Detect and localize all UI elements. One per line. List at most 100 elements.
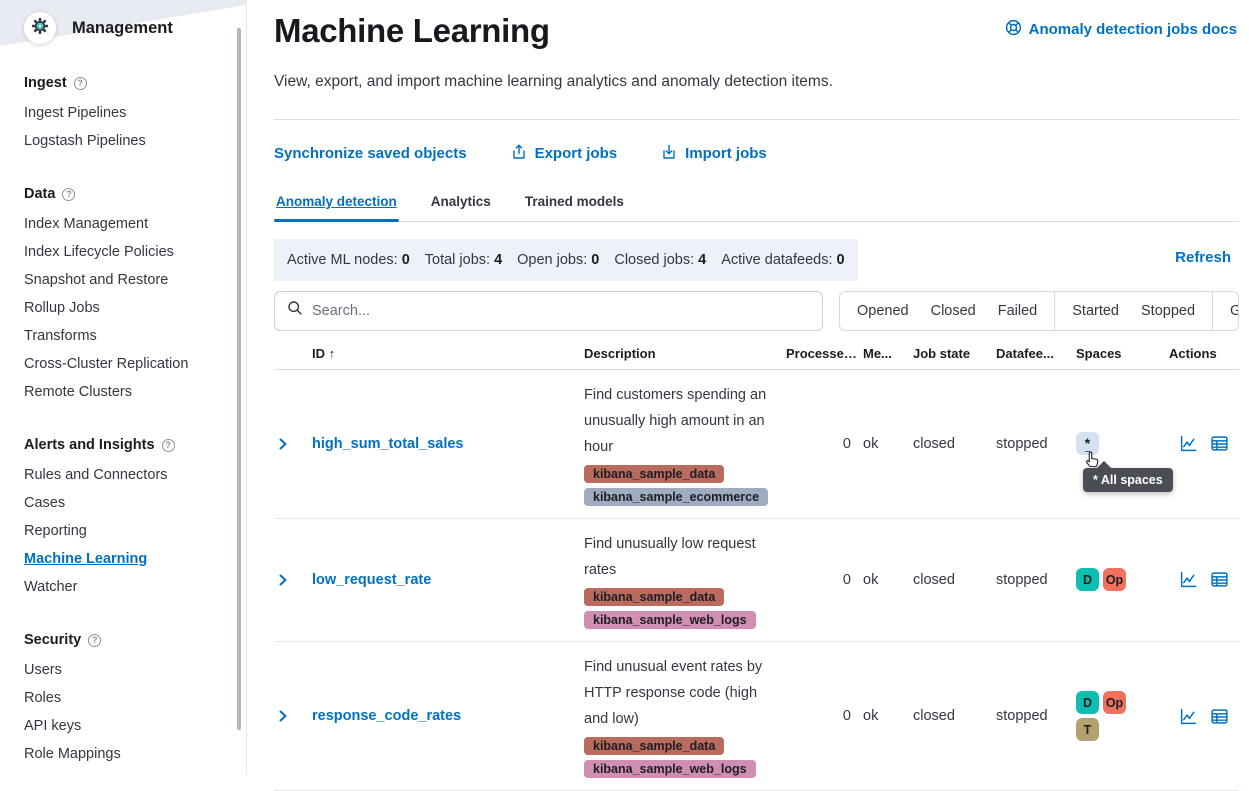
tab-analytics[interactable]: Analytics (429, 188, 493, 221)
job-state-value: closed (913, 370, 996, 518)
column-header-processed[interactable]: Processed r... (786, 338, 863, 369)
job-state-value: closed (913, 519, 996, 641)
gear-icon (31, 17, 49, 40)
sort-ascending-icon: ↑ (329, 346, 336, 361)
help-icon: ? (162, 439, 175, 452)
tab-bar: Anomaly detection Analytics Trained mode… (274, 188, 1239, 222)
group-dropdown-button[interactable]: Group (1219, 303, 1239, 319)
stat-active-datafeeds: Active datafeeds:0 (721, 252, 844, 268)
job-id-link[interactable]: low_request_rate (312, 567, 431, 593)
view-results-chart-icon[interactable] (1179, 570, 1198, 589)
space-badge[interactable]: Op (1103, 568, 1126, 591)
column-header-id[interactable]: ID ↑ (301, 338, 584, 369)
sidebar-item-cross-cluster-replication[interactable]: Cross-Cluster Replication (24, 350, 230, 378)
column-header-memory[interactable]: Me... (863, 338, 913, 369)
sidebar-item-index-lifecycle-policies[interactable]: Index Lifecycle Policies (24, 238, 230, 266)
management-sidebar: Management Ingest ? Ingest Pipelines Log… (0, 0, 247, 774)
sidebar-item-watcher[interactable]: Watcher (24, 573, 230, 601)
stat-open-jobs: Open jobs:0 (517, 252, 599, 268)
filter-closed-button[interactable]: Closed (920, 303, 987, 319)
import-jobs-link[interactable]: Import jobs (661, 144, 767, 164)
export-jobs-link[interactable]: Export jobs (511, 144, 618, 164)
job-tag: kibana_sample_ecommerce (584, 488, 768, 506)
table-row: response_code_rates Find unusual event r… (274, 642, 1239, 791)
job-tag: kibana_sample_web_logs (584, 611, 756, 629)
sidebar-item-roles[interactable]: Roles (24, 684, 230, 712)
job-stats-bar: Active ML nodes:0 Total jobs:4 Open jobs… (274, 239, 858, 281)
table-row: low_request_rate Find unusually low requ… (274, 519, 1239, 642)
space-badge[interactable]: Op (1103, 691, 1126, 714)
job-id-link[interactable]: response_code_rates (312, 703, 461, 729)
sidebar-item-rules-connectors[interactable]: Rules and Connectors (24, 461, 230, 489)
sidebar-item-api-keys[interactable]: API keys (24, 712, 230, 740)
section-header-alerts-insights: Alerts and Insights ? (24, 437, 230, 453)
column-header-datafeed[interactable]: Datafee... (996, 338, 1076, 369)
memory-status-value: ok (863, 370, 913, 518)
docs-link[interactable]: Anomaly detection jobs docs (1005, 19, 1237, 40)
synchronize-saved-objects-link[interactable]: Synchronize saved objects (274, 145, 467, 162)
view-results-chart-icon[interactable] (1179, 707, 1198, 726)
job-filter-bar: Opened Closed Failed Started Stopped Gro… (839, 291, 1239, 331)
filter-stopped-button[interactable]: Stopped (1130, 303, 1206, 319)
job-details-table-icon[interactable] (1210, 570, 1229, 589)
tab-anomaly-detection[interactable]: Anomaly detection (274, 188, 399, 221)
search-icon (287, 300, 303, 321)
page-description: View, export, and import machine learnin… (274, 69, 874, 95)
job-details-table-icon[interactable] (1210, 434, 1229, 453)
job-id-link[interactable]: high_sum_total_sales (312, 431, 464, 457)
section-header-ingest: Ingest ? (24, 75, 230, 91)
refresh-button[interactable]: Refresh (1175, 249, 1231, 266)
sidebar-item-reporting[interactable]: Reporting (24, 517, 230, 545)
sidebar-item-logstash-pipelines[interactable]: Logstash Pipelines (24, 127, 230, 155)
filter-failed-button[interactable]: Failed (987, 303, 1049, 319)
table-row: high_sum_total_sales Find customers spen… (274, 370, 1239, 519)
sidebar-item-role-mappings[interactable]: Role Mappings (24, 740, 230, 768)
view-results-chart-icon[interactable] (1179, 434, 1198, 453)
memory-status-value: ok (863, 519, 913, 641)
datafeed-state-value: stopped (996, 642, 1076, 790)
sidebar-item-users[interactable]: Users (24, 656, 230, 684)
space-badge[interactable]: T (1076, 718, 1099, 741)
job-details-table-icon[interactable] (1210, 707, 1229, 726)
job-state-value: closed (913, 642, 996, 790)
sidebar-item-remote-clusters[interactable]: Remote Clusters (24, 378, 230, 406)
space-badge[interactable]: D (1076, 691, 1099, 714)
sidebar-item-index-management[interactable]: Index Management (24, 210, 230, 238)
stat-active-ml-nodes: Active ML nodes:0 (287, 252, 410, 268)
main-content: Anomaly detection jobs docs Machine Lear… (248, 0, 1249, 774)
stat-total-jobs: Total jobs:4 (425, 252, 502, 268)
sidebar-scrollbar[interactable] (237, 28, 241, 730)
stat-closed-jobs: Closed jobs:4 (614, 252, 706, 268)
job-tag: kibana_sample_data (584, 737, 724, 755)
help-icon: ? (74, 77, 87, 90)
expand-row-button[interactable] (274, 642, 301, 790)
job-description: Find customers spending an unusually hig… (584, 382, 774, 460)
sidebar-item-machine-learning[interactable]: Machine Learning (24, 545, 230, 573)
divider (274, 119, 1239, 120)
job-tag: kibana_sample_data (584, 465, 724, 483)
tab-trained-models[interactable]: Trained models (523, 188, 626, 221)
column-header-description[interactable]: Description (584, 338, 786, 369)
datafeed-state-value: stopped (996, 370, 1076, 518)
expand-row-button[interactable] (274, 370, 301, 518)
sidebar-item-cases[interactable]: Cases (24, 489, 230, 517)
mouse-cursor-icon (1084, 450, 1101, 473)
sidebar-item-transforms[interactable]: Transforms (24, 322, 230, 350)
jobs-table: ID ↑ Description Processed r... Me... Jo… (274, 338, 1239, 791)
job-tag: kibana_sample_web_logs (584, 760, 756, 778)
sidebar-item-snapshot-restore[interactable]: Snapshot and Restore (24, 266, 230, 294)
filter-started-button[interactable]: Started (1061, 303, 1130, 319)
sidebar-item-rollup-jobs[interactable]: Rollup Jobs (24, 294, 230, 322)
space-badge[interactable]: D (1076, 568, 1099, 591)
sidebar-item-ingest-pipelines[interactable]: Ingest Pipelines (24, 99, 230, 127)
filter-opened-button[interactable]: Opened (846, 303, 920, 319)
column-header-actions: Actions (1169, 338, 1240, 369)
column-header-job-state[interactable]: Job state (913, 338, 996, 369)
column-header-spaces: Spaces (1076, 338, 1169, 369)
table-header: ID ↑ Description Processed r... Me... Jo… (274, 338, 1239, 370)
processed-records-value: 0 (786, 370, 863, 518)
memory-status-value: ok (863, 642, 913, 790)
expand-row-button[interactable] (274, 519, 301, 641)
job-description: Find unusually low request rates (584, 531, 774, 583)
search-input[interactable] (312, 303, 810, 319)
